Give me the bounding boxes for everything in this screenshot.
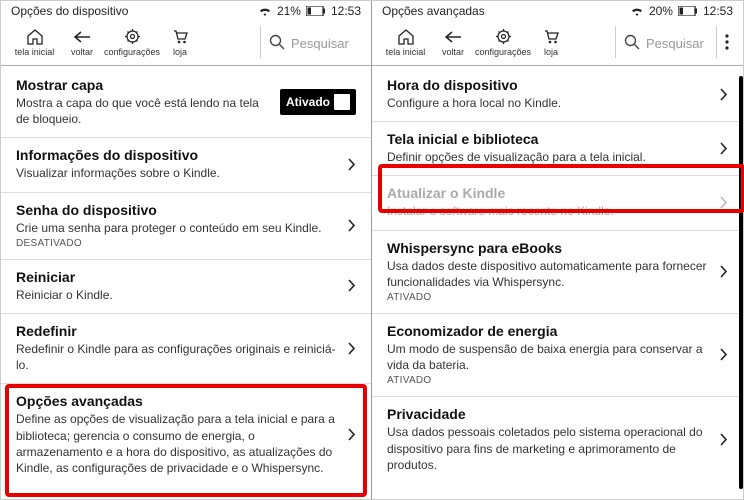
- item-desc: Um modo de suspensão de baixa energia pa…: [387, 341, 709, 373]
- chevron-right-icon: [719, 264, 728, 279]
- item-desc: Usa dados deste dispositivo automaticame…: [387, 258, 709, 290]
- chevron-right-icon: [719, 141, 728, 156]
- home-icon: [26, 27, 44, 46]
- item-desc: Redefinir o Kindle para as configurações…: [16, 341, 337, 373]
- wifi-icon: [258, 6, 272, 17]
- search-box[interactable]: [615, 26, 716, 58]
- toolbar: tela inicial voltar configurações loja: [1, 21, 371, 66]
- status-time: 12:53: [703, 4, 733, 18]
- item-advanced-options[interactable]: Opções avançadas Define as opções de vis…: [1, 384, 371, 486]
- toggle-knob: [334, 94, 350, 110]
- back-icon: [444, 27, 462, 46]
- status-icons: 21% 12:53: [258, 4, 361, 18]
- chevron-right-icon: [719, 432, 728, 447]
- status-bar: Opções do dispositivo 21% 12:53: [1, 1, 371, 21]
- item-title: Redefinir: [16, 323, 337, 339]
- item-power-saver[interactable]: Economizador de energia Um modo de suspe…: [372, 314, 743, 397]
- settings-button[interactable]: configurações: [102, 27, 162, 57]
- status-time: 12:53: [331, 4, 361, 18]
- status-title: Opções avançadas: [382, 4, 630, 18]
- item-title: Whispersync para eBooks: [387, 240, 709, 256]
- more-vertical-icon: [725, 34, 729, 50]
- item-desc: Configure a hora local no Kindle.: [387, 95, 709, 111]
- item-device-time[interactable]: Hora do dispositivo Configure a hora loc…: [372, 68, 743, 122]
- item-title: Senha do dispositivo: [16, 202, 337, 218]
- home-button[interactable]: tela inicial: [378, 27, 433, 57]
- gear-icon: [495, 27, 512, 46]
- back-button[interactable]: voltar: [62, 27, 102, 57]
- toolbar: tela inicial voltar configurações loja: [372, 21, 743, 66]
- item-desc: Define as opções de visualização para a …: [16, 411, 337, 476]
- panel-device-options: Opções do dispositivo 21% 12:53 tela ini…: [1, 1, 372, 499]
- chevron-right-icon: [347, 278, 356, 293]
- item-restart[interactable]: Reiniciar Reiniciar o Kindle.: [1, 260, 371, 314]
- search-box[interactable]: [260, 26, 365, 58]
- item-title: Privacidade: [387, 406, 709, 422]
- wifi-icon: [630, 6, 644, 17]
- chevron-right-icon: [719, 347, 728, 362]
- item-title: Reiniciar: [16, 269, 337, 285]
- item-desc: Crie uma senha para proteger o conteúdo …: [16, 220, 337, 236]
- battery-icon: [678, 6, 698, 16]
- scrollbar[interactable]: [739, 76, 743, 489]
- chevron-right-icon: [347, 341, 356, 356]
- settings-list: Hora do dispositivo Configure a hora loc…: [372, 66, 743, 499]
- item-desc: Definir opções de visualização para a te…: [387, 149, 709, 165]
- panel-advanced-options: Opções avançadas 20% 12:53 tela inicial …: [372, 1, 743, 499]
- item-title: Mostrar capa: [16, 77, 270, 93]
- item-device-info[interactable]: Informações do dispositivo Visualizar in…: [1, 138, 371, 192]
- item-show-cover[interactable]: Mostrar capa Mostra a capa do que você e…: [1, 68, 371, 138]
- battery-icon: [306, 6, 326, 16]
- item-title: Economizador de energia: [387, 323, 709, 339]
- item-home-library[interactable]: Tela inicial e biblioteca Definir opções…: [372, 122, 743, 176]
- home-icon: [397, 27, 415, 46]
- battery-pct: 20%: [649, 4, 673, 18]
- item-desc: Instalar o software mais recente no Kind…: [387, 203, 709, 219]
- item-desc: Mostra a capa do que você está lendo na …: [16, 95, 270, 127]
- settings-list: Mostrar capa Mostra a capa do que você e…: [1, 66, 371, 499]
- item-update-kindle: Atualizar o Kindle Instalar o software m…: [372, 176, 743, 230]
- cart-icon: [543, 27, 560, 46]
- item-title: Hora do dispositivo: [387, 77, 709, 93]
- item-whispersync[interactable]: Whispersync para eBooks Usa dados deste …: [372, 231, 743, 314]
- status-bar: Opções avançadas 20% 12:53: [372, 1, 743, 21]
- item-title: Opções avançadas: [16, 393, 337, 409]
- item-title: Tela inicial e biblioteca: [387, 131, 709, 147]
- search-icon: [269, 34, 285, 50]
- chevron-right-icon: [719, 87, 728, 102]
- item-privacy[interactable]: Privacidade Usa dados pessoais coletados…: [372, 397, 743, 483]
- gear-icon: [124, 27, 141, 46]
- search-input[interactable]: [646, 34, 716, 51]
- item-title: Atualizar o Kindle: [387, 185, 709, 201]
- item-title: Informações do dispositivo: [16, 147, 337, 163]
- settings-button[interactable]: configurações: [473, 27, 533, 57]
- status-icons: 20% 12:53: [630, 4, 733, 18]
- chevron-right-icon: [347, 427, 356, 442]
- search-icon: [624, 34, 640, 50]
- item-status: DESATIVADO: [16, 238, 337, 249]
- battery-pct: 21%: [277, 4, 301, 18]
- item-desc: Reiniciar o Kindle.: [16, 287, 337, 303]
- back-icon: [73, 27, 91, 46]
- overflow-menu-button[interactable]: [716, 26, 737, 58]
- item-device-password[interactable]: Senha do dispositivo Crie uma senha para…: [1, 193, 371, 260]
- store-button[interactable]: loja: [162, 27, 198, 57]
- item-desc: Usa dados pessoais coletados pelo sistem…: [387, 424, 709, 473]
- toggle-switch[interactable]: Ativado: [280, 89, 356, 115]
- item-reset[interactable]: Redefinir Redefinir o Kindle para as con…: [1, 314, 371, 384]
- item-status: ATIVADO: [387, 375, 709, 386]
- search-input[interactable]: [291, 34, 361, 51]
- cart-icon: [172, 27, 189, 46]
- chevron-right-icon: [347, 157, 356, 172]
- chevron-right-icon: [719, 195, 728, 210]
- status-title: Opções do dispositivo: [11, 4, 258, 18]
- back-button[interactable]: voltar: [433, 27, 473, 57]
- store-button[interactable]: loja: [533, 27, 569, 57]
- chevron-right-icon: [347, 218, 356, 233]
- item-desc: Visualizar informações sobre o Kindle.: [16, 165, 337, 181]
- home-button[interactable]: tela inicial: [7, 27, 62, 57]
- item-status: ATIVADO: [387, 292, 709, 303]
